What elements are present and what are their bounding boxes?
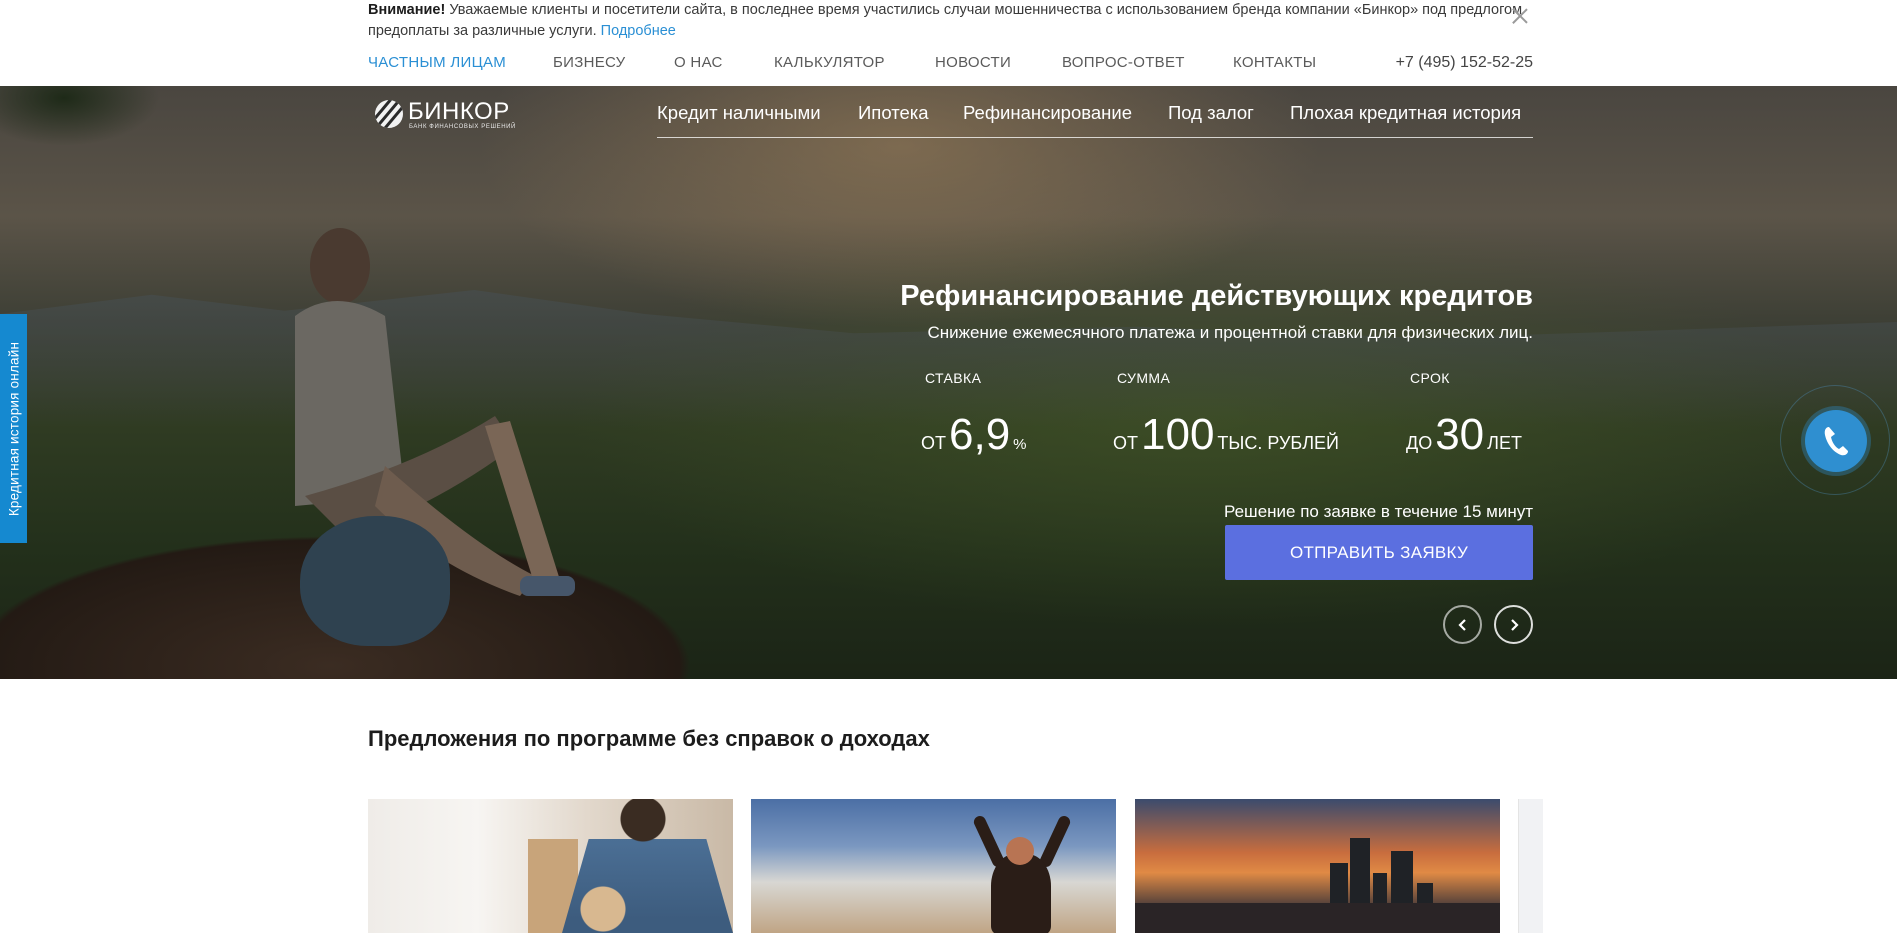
- offer-image-head: [1006, 837, 1034, 865]
- stat-term-prefix: до: [1406, 433, 1433, 453]
- topnav-item-contacts[interactable]: КОНТАКТЫ: [1233, 54, 1316, 71]
- offer-image-man: [991, 854, 1051, 933]
- stat-rate-value: от6,9%: [921, 410, 1027, 460]
- fraud-notice: Внимание! Уважаемые клиенты и посетители…: [368, 0, 1538, 41]
- callback-button[interactable]: [1805, 410, 1867, 472]
- stat-rate-suffix: %: [1013, 436, 1027, 453]
- logo-tagline: БАНК ФИНАНСОВЫХ РЕШЕНИЙ: [409, 124, 516, 130]
- offer-card[interactable]: [368, 799, 733, 933]
- offer-image-arm: [1037, 814, 1073, 869]
- logo-name: БИНКОР: [408, 98, 510, 125]
- phone-icon: [1824, 427, 1848, 456]
- offer-card-partial[interactable]: [1518, 799, 1543, 933]
- side-tab-label: Кредитная история онлайн: [6, 341, 21, 516]
- offer-image-city: [1135, 903, 1500, 933]
- topnav-item-private[interactable]: ЧАСТНЫМ ЛИЦАМ: [368, 54, 506, 71]
- stat-amount: СУММА от100 тыс. рублей: [1113, 370, 1339, 459]
- stat-amount-label: СУММА: [1117, 370, 1171, 386]
- decision-time-text: Решение по заявке в течение 15 минут: [1224, 502, 1533, 521]
- close-icon[interactable]: [1510, 6, 1530, 26]
- offer-card[interactable]: [751, 799, 1116, 933]
- stat-amount-suffix: тыс. рублей: [1217, 433, 1339, 453]
- phone-number[interactable]: +7 (495) 152-52-25: [1396, 54, 1533, 72]
- topnav-item-faq[interactable]: ВОПРОС-ОТВЕТ: [1062, 54, 1185, 71]
- stat-rate-number: 6,9: [949, 410, 1011, 459]
- stat-rate-label: СТАВКА: [925, 370, 982, 386]
- credit-history-online-tab[interactable]: Кредитная история онлайн: [0, 314, 27, 543]
- notice-heading: Внимание!: [368, 2, 446, 18]
- slide-subtitle: Снижение ежемесячного платежа и процентн…: [927, 323, 1533, 342]
- hero-backpack: [300, 516, 450, 646]
- binkor-logo[interactable]: БИНКОР БАНК ФИНАНСОВЫХ РЕШЕНИЙ: [375, 96, 535, 132]
- stat-term-label: СРОК: [1410, 370, 1450, 386]
- notice-more-link[interactable]: Подробнее: [601, 23, 676, 39]
- callback-widget[interactable]: [1780, 385, 1890, 495]
- top-nav: ЧАСТНЫМ ЛИЦАМ БИЗНЕСУ О НАС КАЛЬКУЛЯТОР …: [368, 54, 1533, 78]
- slider-next-button[interactable]: [1494, 605, 1533, 644]
- logo-mark-icon: [375, 100, 403, 128]
- notice-text: Уважаемые клиенты и посетители сайта, в …: [368, 2, 1523, 39]
- topnav-item-news[interactable]: НОВОСТИ: [935, 54, 1011, 71]
- stat-rate: СТАВКА от6,9%: [921, 370, 1027, 459]
- hero-tree: [0, 86, 160, 146]
- topnav-item-calculator[interactable]: КАЛЬКУЛЯТОР: [774, 54, 885, 71]
- offer-card[interactable]: [1135, 799, 1500, 933]
- mainnav-item-mortgage[interactable]: Ипотека: [858, 102, 929, 124]
- slider-prev-button[interactable]: [1443, 605, 1482, 644]
- hero-slider: БИНКОР БАНК ФИНАНСОВЫХ РЕШЕНИЙ Кредит на…: [0, 86, 1897, 679]
- offers-section-title: Предложения по программе без справок о д…: [368, 726, 930, 751]
- mainnav-item-cash-credit[interactable]: Кредит наличными: [657, 102, 821, 124]
- stat-rate-prefix: от: [921, 433, 946, 453]
- mainnav-item-collateral[interactable]: Под залог: [1168, 102, 1254, 124]
- chevron-right-icon: [1511, 619, 1519, 631]
- topnav-item-business[interactable]: БИЗНЕСУ: [553, 54, 626, 71]
- submit-application-button[interactable]: ОТПРАВИТЬ ЗАЯВКУ: [1225, 525, 1533, 580]
- topnav-item-about[interactable]: О НАС: [674, 54, 723, 71]
- mainnav-item-bad-credit[interactable]: Плохая кредитная история: [1290, 102, 1521, 124]
- stat-term-value: до30 лет: [1406, 410, 1522, 460]
- stat-term-number: 30: [1435, 410, 1485, 459]
- chevron-left-icon: [1458, 619, 1466, 631]
- mainnav-item-refinancing[interactable]: Рефинансирование: [963, 102, 1132, 124]
- stat-amount-value: от100 тыс. рублей: [1113, 410, 1339, 460]
- stat-term: СРОК до30 лет: [1406, 370, 1522, 459]
- stat-term-suffix: лет: [1487, 433, 1522, 453]
- main-nav: Кредит наличными Ипотека Рефинансировани…: [657, 98, 1533, 138]
- stat-amount-prefix: от: [1113, 433, 1138, 453]
- slide-title: Рефинансирование действующих кредитов: [900, 280, 1533, 312]
- stat-amount-number: 100: [1141, 410, 1215, 459]
